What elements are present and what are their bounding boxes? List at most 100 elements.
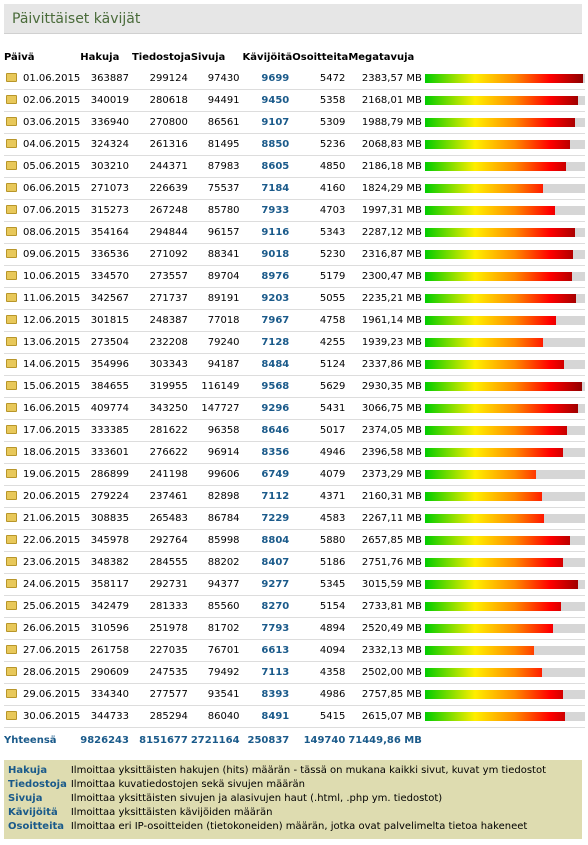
stats-page: Päivittäiset kävijät Päivä Hakuja Tiedos…	[0, 0, 588, 845]
kavijoita-cell: 8646	[242, 419, 293, 442]
kavijoita-cell: 7229	[242, 507, 293, 530]
hakuja-cell: 334340	[80, 683, 132, 706]
day-label: 05.06.2015	[23, 161, 81, 172]
hakuja-cell: 345978	[80, 529, 132, 552]
folder-icon	[6, 600, 17, 610]
folder-icon	[6, 534, 17, 544]
legend-box: Hakuja Ilmoittaa yksittäisten hakujen (hi…	[4, 760, 582, 839]
bar-cell	[424, 221, 585, 244]
day-label: 03.06.2015	[23, 117, 81, 128]
folder-icon	[6, 160, 17, 170]
day-label: 15.06.2015	[23, 381, 81, 392]
sivuja-cell: 147727	[190, 397, 243, 420]
hakuja-cell: 261758	[80, 639, 132, 662]
osoitteita-cell: 5345	[292, 573, 349, 596]
usage-bar-fill	[424, 73, 583, 83]
tiedostoja-cell: 299124	[131, 68, 191, 90]
folder-icon	[6, 314, 17, 324]
bar-cell	[424, 551, 585, 574]
folder-icon	[6, 336, 17, 346]
legend-row: Tiedostoja Ilmoittaa kuvatiedostojen sekä…	[7, 777, 546, 791]
kavijoita-cell: 9296	[242, 397, 293, 420]
sivuja-cell: 76701	[190, 639, 243, 662]
day-cell: 27.06.2015	[4, 639, 81, 662]
day-label: 07.06.2015	[23, 205, 81, 216]
day-cell: 10.06.2015	[4, 265, 81, 288]
day-label: 22.06.2015	[23, 535, 81, 546]
usage-bar-fill	[424, 447, 563, 457]
folder-icon	[6, 556, 17, 566]
usage-bar	[424, 425, 585, 435]
sivuja-cell: 94187	[190, 353, 243, 376]
bar-cell	[424, 573, 585, 596]
megatavuja-cell: 2757,85 MB	[348, 683, 425, 706]
kavijoita-cell: 8976	[242, 265, 293, 288]
osoitteita-cell: 5880	[292, 529, 349, 552]
sivuja-cell: 116149	[190, 375, 243, 398]
sivuja-cell: 88202	[190, 551, 243, 574]
megatavuja-cell: 2374,05 MB	[348, 419, 425, 442]
usage-bar-fill	[424, 425, 567, 435]
osoitteita-cell: 5343	[292, 221, 349, 244]
legend-row: Hakuja Ilmoittaa yksittäisten hakujen (hi…	[7, 763, 546, 777]
folder-icon	[6, 490, 17, 500]
legend-desc: Ilmoittaa yksittäisten sivujen ja alasiv…	[70, 792, 443, 804]
tiedostoja-cell: 294844	[131, 221, 191, 244]
usage-bar-fill	[424, 623, 553, 633]
table-header-row: Päivä Hakuja Tiedostoja Sivuja Kävijöitä…	[4, 46, 585, 68]
megatavuja-cell: 2396,58 MB	[348, 441, 425, 464]
usage-bar	[424, 623, 585, 633]
megatavuja-cell: 2383,57 MB	[348, 68, 425, 90]
table-row: 12.06.2015 301815 248387 77018 7967 4758 1961,…	[4, 309, 585, 332]
bar-cell	[424, 111, 585, 134]
table-row: 28.06.2015 290609 247535 79492 7113 4358 2502,…	[4, 661, 585, 684]
table-row: 24.06.2015 358117 292731 94377 9277 5345 3015,…	[4, 573, 585, 596]
bar-cell	[424, 485, 585, 508]
osoitteita-cell: 4850	[292, 155, 349, 178]
tiedostoja-cell: 247535	[131, 661, 191, 684]
sivuja-cell: 75537	[190, 177, 243, 200]
col-hakuja: Hakuja	[80, 51, 120, 63]
day-label: 30.06.2015	[23, 711, 81, 722]
sivuja-cell: 89191	[190, 287, 243, 310]
tiedostoja-cell: 292731	[131, 573, 191, 596]
bar-cell	[424, 529, 585, 552]
legend-row: Kävijöitä Ilmoittaa yksittäisten kävijöid…	[7, 805, 546, 819]
table-row: 18.06.2015 333601 276622 96914 8356 4946 2396,…	[4, 441, 585, 464]
usage-bar-fill	[424, 139, 570, 149]
usage-bar	[424, 557, 585, 567]
usage-bar-fill	[424, 249, 573, 259]
megatavuja-cell: 2930,35 MB	[348, 375, 425, 398]
kavijoita-cell: 8850	[242, 133, 293, 156]
col-kavijoita: Kävijöitä	[242, 51, 293, 63]
osoitteita-cell: 4079	[292, 463, 349, 486]
legend-desc: Ilmoittaa yksittäisten kävijöiden määrän	[70, 806, 273, 818]
usage-bar	[424, 205, 585, 215]
usage-bar-fill	[424, 183, 543, 193]
folder-icon	[6, 270, 17, 280]
totals-megatavuja: 71449,86 MB	[348, 735, 422, 746]
usage-bar-fill	[424, 403, 578, 413]
folder-icon	[6, 248, 17, 258]
kavijoita-cell: 7128	[242, 331, 293, 354]
folder-icon	[6, 116, 17, 126]
table-row: 01.06.2015 363887 299124 97430 9699 5472 2383,…	[4, 68, 585, 90]
osoitteita-cell: 5236	[292, 133, 349, 156]
kavijoita-cell: 8491	[242, 705, 293, 728]
sivuja-cell: 88341	[190, 243, 243, 266]
osoitteita-cell: 4703	[292, 199, 349, 222]
usage-bar-fill	[424, 513, 544, 523]
kavijoita-cell: 7793	[242, 617, 293, 640]
folder-icon	[6, 226, 17, 236]
sivuja-cell: 82898	[190, 485, 243, 508]
day-cell: 12.06.2015	[4, 309, 81, 332]
folder-icon	[6, 204, 17, 214]
usage-bar-fill	[424, 667, 542, 677]
table-row: 10.06.2015 334570 273557 89704 8976 5179 2300,…	[4, 265, 585, 288]
table-row: 30.06.2015 344733 285294 86040 8491 5415 2615,…	[4, 705, 585, 728]
day-cell: 20.06.2015	[4, 485, 81, 508]
usage-bar-fill	[424, 227, 575, 237]
usage-bar-fill	[424, 271, 572, 281]
tiedostoja-cell: 248387	[131, 309, 191, 332]
day-cell: 15.06.2015	[4, 375, 81, 398]
